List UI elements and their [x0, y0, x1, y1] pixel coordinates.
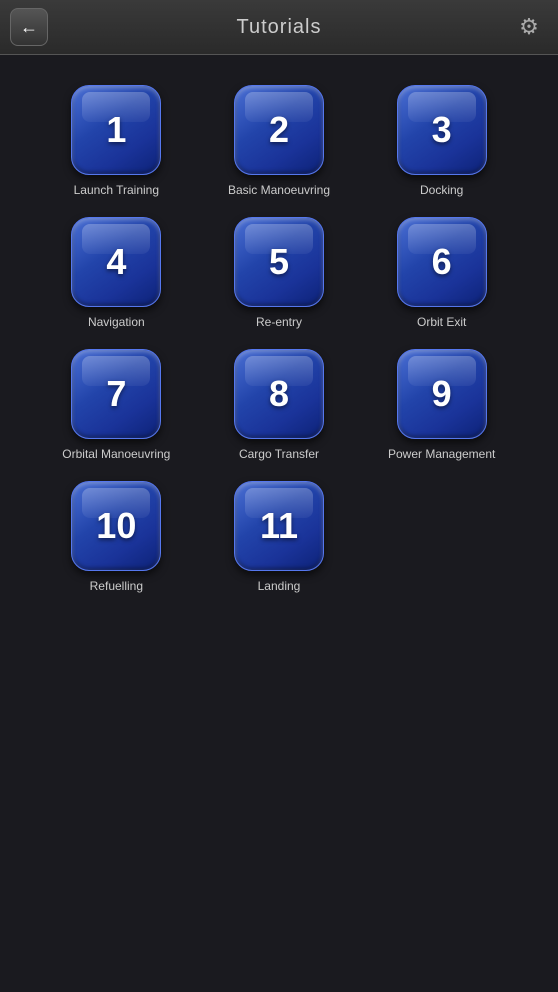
tutorial-label-9: Power Management	[388, 447, 495, 461]
tutorial-button-10[interactable]: 10	[71, 481, 161, 571]
tutorial-button-9[interactable]: 9	[397, 349, 487, 439]
tutorial-number-10: 10	[96, 505, 136, 547]
tutorial-item-11[interactable]: 11 Landing	[213, 481, 346, 593]
tutorial-label-5: Re-entry	[256, 315, 302, 329]
tutorial-label-11: Landing	[258, 579, 301, 593]
tutorial-item-2[interactable]: 2 Basic Manoeuvring	[213, 85, 346, 197]
tutorial-button-8[interactable]: 8	[234, 349, 324, 439]
tutorial-button-2[interactable]: 2	[234, 85, 324, 175]
tutorial-item-3[interactable]: 3 Docking	[375, 85, 508, 197]
tutorial-button-6[interactable]: 6	[397, 217, 487, 307]
tutorial-label-10: Refuelling	[90, 579, 143, 593]
tutorial-button-1[interactable]: 1	[71, 85, 161, 175]
back-button[interactable]: ←	[10, 8, 48, 46]
tutorial-item-6[interactable]: 6 Orbit Exit	[375, 217, 508, 329]
gear-icon: ⚙	[519, 14, 539, 40]
tutorial-button-5[interactable]: 5	[234, 217, 324, 307]
tutorial-item-10[interactable]: 10 Refuelling	[50, 481, 183, 593]
tutorial-item-1[interactable]: 1 Launch Training	[50, 85, 183, 197]
tutorial-number-4: 4	[106, 241, 126, 283]
tutorial-number-9: 9	[432, 373, 452, 415]
tutorial-button-4[interactable]: 4	[71, 217, 161, 307]
tutorial-label-4: Navigation	[88, 315, 145, 329]
tutorial-item-5[interactable]: 5 Re-entry	[213, 217, 346, 329]
back-icon: ←	[20, 17, 38, 38]
tutorial-item-7[interactable]: 7 Orbital Manoeuvring	[50, 349, 183, 461]
app-header: ← Tutorials ⚙	[0, 0, 558, 55]
tutorial-number-6: 6	[432, 241, 452, 283]
tutorial-number-11: 11	[260, 505, 298, 547]
tutorial-number-7: 7	[106, 373, 126, 415]
page-title: Tutorials	[237, 16, 322, 39]
tutorial-number-2: 2	[269, 109, 289, 151]
tutorial-button-3[interactable]: 3	[397, 85, 487, 175]
tutorial-number-5: 5	[269, 241, 289, 283]
tutorial-label-8: Cargo Transfer	[239, 447, 319, 461]
tutorial-item-9[interactable]: 9 Power Management	[375, 349, 508, 461]
tutorial-label-2: Basic Manoeuvring	[228, 183, 330, 197]
tutorial-number-8: 8	[269, 373, 289, 415]
tutorial-item-8[interactable]: 8 Cargo Transfer	[213, 349, 346, 461]
settings-button[interactable]: ⚙	[510, 8, 548, 46]
tutorial-grid: 1 Launch Training 2 Basic Manoeuvring 3 Docki…	[0, 55, 558, 623]
tutorial-button-7[interactable]: 7	[71, 349, 161, 439]
tutorial-label-1: Launch Training	[74, 183, 159, 197]
tutorial-label-6: Orbit Exit	[417, 315, 466, 329]
tutorial-item-4[interactable]: 4 Navigation	[50, 217, 183, 329]
tutorial-label-3: Docking	[420, 183, 463, 197]
tutorial-button-11[interactable]: 11	[234, 481, 324, 571]
tutorial-number-3: 3	[432, 109, 452, 151]
tutorial-number-1: 1	[106, 109, 126, 151]
tutorial-label-7: Orbital Manoeuvring	[62, 447, 170, 461]
